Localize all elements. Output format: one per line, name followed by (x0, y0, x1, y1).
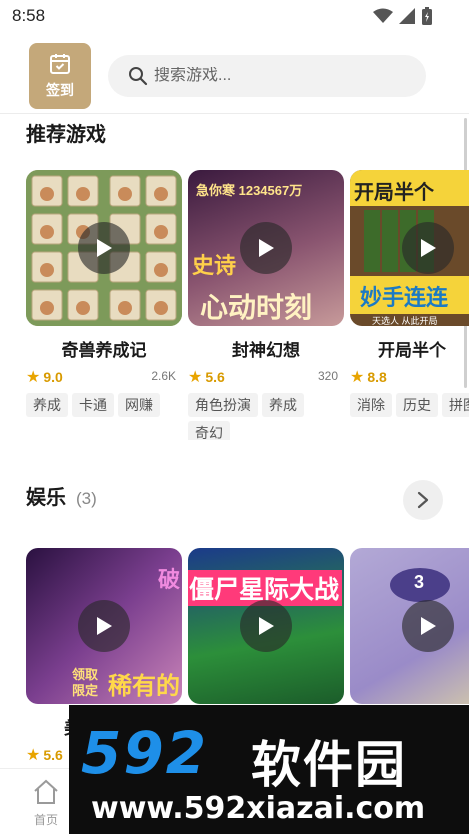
watermark-url: www.592xiazai.com (91, 791, 426, 826)
rating-value: 5.6 (205, 369, 225, 385)
chevron-right-icon (417, 491, 429, 509)
tag[interactable]: 角色扮演 (188, 393, 258, 417)
calendar-check-icon (50, 54, 70, 74)
game-card[interactable]: 3 (350, 548, 469, 704)
play-icon (97, 617, 112, 635)
wifi-icon (373, 8, 393, 23)
thumb-text: 3 (414, 572, 425, 592)
thumb-text-mid: 史诗 (192, 253, 237, 278)
star-icon: ★ (188, 369, 203, 386)
checkin-label: 签到 (46, 82, 74, 98)
section-title-entertainment: 娱乐 (3) (26, 481, 97, 510)
play-button[interactable] (240, 222, 292, 274)
play-button[interactable] (402, 222, 454, 274)
star-icon: ★ (26, 747, 41, 764)
play-count: 2.6K (151, 369, 176, 383)
game-name: 奇兽养成记 (61, 341, 147, 360)
tag[interactable]: 消除 (350, 393, 392, 417)
header: 签到 (0, 32, 469, 114)
game-name: 开局半个 (378, 341, 446, 360)
tag[interactable]: 网赚 (118, 393, 160, 417)
game-name: 封神幻想 (232, 341, 300, 360)
rating-value: 8.8 (367, 369, 387, 385)
game-rating: ★ 8.8 (350, 367, 387, 387)
game-thumbnail[interactable]: 开局半个 妙手连连 天选人 从此开局 (350, 170, 469, 326)
checkin-button[interactable]: 签到 (29, 43, 91, 109)
rating-value: 5.6 (43, 747, 63, 763)
play-icon (259, 239, 274, 257)
thumb-text-small: 天选人 从此开局 (372, 316, 438, 326)
game-meta: ★ 5.6 320 (188, 367, 344, 387)
game-thumbnail[interactable]: 僵尸星际大战 (188, 548, 344, 704)
tag-list: 角色扮演 养成 奇幻 (188, 393, 344, 440)
tag[interactable]: 养成 (26, 393, 68, 417)
section-count: (3) (76, 489, 97, 508)
game-thumbnail[interactable]: 急你寒 1234567万 史诗 心动时刻 (188, 170, 344, 326)
tag[interactable]: 拼图 (442, 393, 469, 417)
tag[interactable]: 卡通 (72, 393, 114, 417)
status-time: 8:58 (12, 6, 46, 25)
nav-home[interactable]: 首页 (22, 779, 70, 828)
play-icon (421, 617, 436, 635)
game-thumbnail[interactable]: 3 (350, 548, 469, 704)
search-bar[interactable] (108, 55, 426, 97)
star-icon: ★ (26, 369, 41, 386)
thumb-text-d: 破 (158, 567, 181, 592)
play-button[interactable] (78, 222, 130, 274)
tag-list: 消除 历史 拼图 (350, 393, 469, 417)
play-count: 320 (317, 369, 338, 383)
tag[interactable]: 养成 (262, 393, 304, 417)
star-icon: ★ (350, 369, 365, 386)
nav-home-label: 首页 (33, 813, 58, 827)
thumb-text-bottom: 心动时刻 (200, 292, 313, 323)
game-meta: ★ 8.8 (350, 367, 469, 387)
more-button[interactable] (403, 480, 443, 520)
thumb-text-bottom: 妙手连连 (360, 285, 449, 310)
section-title-text: 娱乐 (26, 487, 66, 509)
section-title-recommended: 推荐游戏 (26, 124, 106, 146)
game-card[interactable]: 僵尸星际大战 (188, 548, 344, 704)
tag-list: 养成 卡通 网赚 (26, 393, 182, 417)
play-button[interactable] (78, 600, 130, 652)
signal-icon (399, 8, 415, 24)
watermark-banner: 592 软件园 www.592xiazai.com (69, 705, 469, 834)
rating-value: 9.0 (43, 369, 63, 385)
game-card[interactable]: 奇兽养成记 ★ 9.0 2.6K 养成 卡通 网赚 (26, 170, 182, 417)
thumb-text-top: 急你寒 1234567万 (196, 183, 303, 198)
play-button[interactable] (402, 600, 454, 652)
play-button[interactable] (240, 600, 292, 652)
tag[interactable]: 奇幻 (188, 421, 230, 440)
status-bar: 8:58 (0, 0, 469, 32)
status-icons (373, 7, 433, 25)
tag[interactable]: 历史 (396, 393, 438, 417)
play-icon (421, 239, 436, 257)
game-card[interactable]: 急你寒 1234567万 史诗 心动时刻 封神幻想 ★ 5.6 320 角色扮演 … (188, 170, 344, 440)
home-icon (34, 779, 58, 804)
watermark-logo: 592 (81, 719, 209, 787)
search-icon (129, 67, 148, 86)
thumb-text-c: 稀有的 (108, 673, 180, 700)
game-rating: ★ 9.0 (26, 367, 63, 387)
watermark-name: 软件园 (251, 736, 407, 794)
play-icon (259, 617, 274, 635)
search-input[interactable] (154, 67, 424, 85)
battery-icon (422, 7, 432, 25)
thumb-text-top: 开局半个 (354, 182, 434, 204)
game-rating: ★ 5.6 (188, 367, 225, 387)
play-icon (97, 239, 112, 257)
game-thumbnail[interactable]: 破 领取 限定 稀有的 (26, 548, 182, 704)
game-meta: ★ 9.0 2.6K (26, 367, 182, 387)
thumb-text-b: 限定 (72, 683, 99, 698)
game-thumbnail[interactable] (26, 170, 182, 326)
game-rating: ★ 5.6 (26, 745, 63, 765)
recommended-row: 奇兽养成记 ★ 9.0 2.6K 养成 卡通 网赚 急你寒 1234567万 史诗… (0, 170, 469, 440)
game-card[interactable]: 开局半个 妙手连连 天选人 从此开局 开局半个 ★8.8 消除 历史 拼图 (350, 170, 469, 417)
